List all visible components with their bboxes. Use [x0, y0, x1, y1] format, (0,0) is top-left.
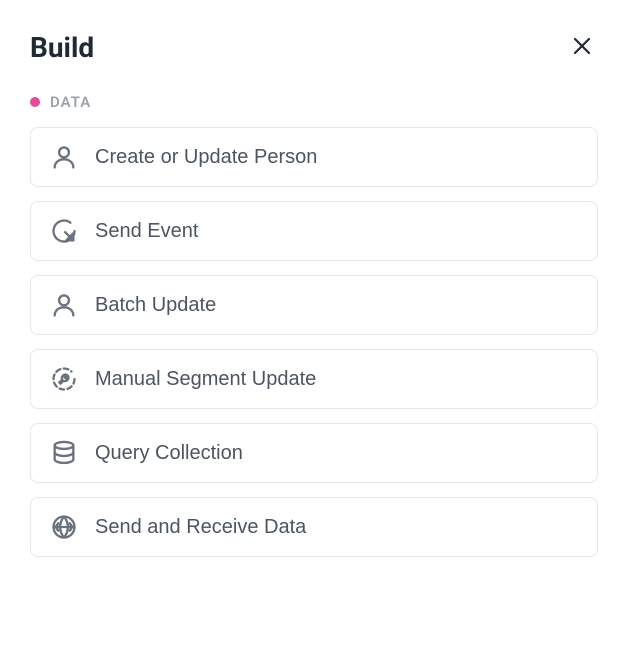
panel-title: Build [30, 31, 94, 64]
section-dot-icon [30, 97, 40, 107]
person-icon [49, 290, 79, 320]
action-list: Create or Update Person Send Event Batch… [30, 127, 598, 557]
globe-arrows-icon [49, 512, 79, 542]
action-send-event[interactable]: Send Event [30, 201, 598, 261]
action-label: Query Collection [95, 442, 243, 465]
wrench-circle-icon [49, 364, 79, 394]
section-label: DATA [50, 93, 91, 111]
action-label: Send Event [95, 220, 198, 243]
close-button[interactable] [566, 30, 598, 65]
action-query-collection[interactable]: Query Collection [30, 423, 598, 483]
action-label: Batch Update [95, 294, 216, 317]
action-label: Manual Segment Update [95, 368, 316, 391]
panel-header: Build [30, 30, 598, 65]
action-batch-update[interactable]: Batch Update [30, 275, 598, 335]
event-icon [49, 216, 79, 246]
action-create-update-person[interactable]: Create or Update Person [30, 127, 598, 187]
action-label: Send and Receive Data [95, 516, 306, 539]
close-icon [570, 34, 594, 61]
action-label: Create or Update Person [95, 146, 317, 169]
section-header: DATA [30, 93, 598, 111]
person-icon [49, 142, 79, 172]
action-manual-segment-update[interactable]: Manual Segment Update [30, 349, 598, 409]
database-icon [49, 438, 79, 468]
action-send-receive-data[interactable]: Send and Receive Data [30, 497, 598, 557]
